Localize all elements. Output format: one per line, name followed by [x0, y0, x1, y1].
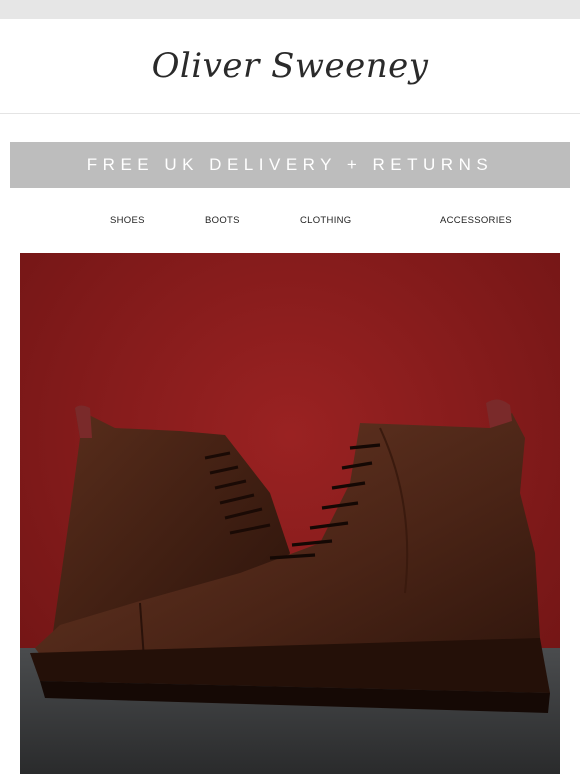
- category-nav: SHOES BOOTS CLOTHING ACCESSORIES: [0, 188, 580, 254]
- header: Oliver Sweeney: [0, 19, 580, 114]
- nav-item-clothing[interactable]: CLOTHING: [300, 215, 352, 226]
- nav-item-shoes[interactable]: SHOES: [110, 215, 145, 226]
- nav-item-boots[interactable]: BOOTS: [205, 215, 240, 226]
- brand-logo[interactable]: Oliver Sweeney: [152, 46, 429, 86]
- promo-banner[interactable]: FREE UK DELIVERY + RETURNS: [10, 142, 570, 188]
- nav-item-accessories[interactable]: ACCESSORIES: [440, 215, 512, 226]
- hero-image[interactable]: [20, 253, 560, 774]
- boots-illustration: [20, 253, 560, 774]
- promo-banner-text: FREE UK DELIVERY + RETURNS: [86, 155, 494, 174]
- top-strip: [0, 0, 580, 19]
